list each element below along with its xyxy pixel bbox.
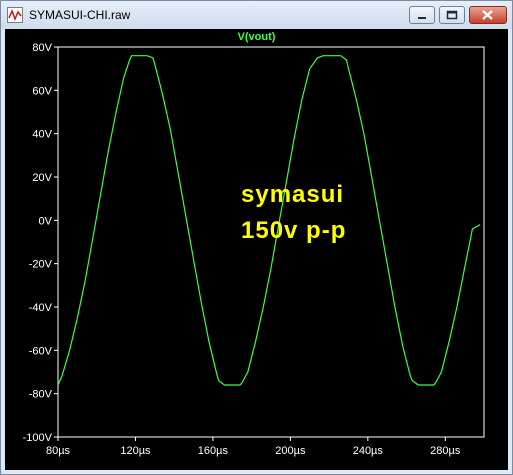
y-tick-label: -100V bbox=[23, 432, 53, 444]
minimize-icon bbox=[418, 17, 426, 19]
annotation-line-2: 150v p-p bbox=[241, 217, 347, 244]
close-icon bbox=[482, 10, 493, 20]
y-tick-label: -80V bbox=[29, 389, 53, 401]
plot-pane[interactable]: 80V 60V 40V 20V 0V -20V -40V -60V -80V -100V 80µs 1… bbox=[5, 29, 508, 470]
y-tick-label: 80V bbox=[32, 42, 52, 54]
close-button[interactable] bbox=[469, 6, 507, 24]
y-tick-label: -20V bbox=[29, 259, 53, 271]
restore-button[interactable] bbox=[439, 6, 465, 24]
title-bar[interactable]: SYMASUI-CHI.raw bbox=[1, 1, 512, 29]
x-tick-label: 240µs bbox=[353, 445, 384, 457]
waveform-plot[interactable]: 80V 60V 40V 20V 0V -20V -40V -60V -80V -100V80µs 1… bbox=[5, 29, 508, 470]
x-tick-label: 200µs bbox=[275, 445, 306, 457]
y-tick-label: 40V bbox=[32, 129, 52, 141]
waveform-viewer-window: SYMASUI-CHI.raw 80V 60V 40V 20V 0V -20V -40V -6… bbox=[0, 0, 513, 475]
restore-icon bbox=[446, 10, 458, 20]
minimize-button[interactable] bbox=[409, 6, 435, 24]
annotation-line-1: symasui bbox=[241, 181, 345, 208]
y-tick-label: 20V bbox=[32, 172, 52, 184]
y-tick-label: -40V bbox=[29, 302, 53, 314]
trace-label[interactable]: V(vout) bbox=[5, 31, 508, 43]
window-title: SYMASUI-CHI.raw bbox=[29, 8, 131, 22]
x-tick-label: 160µs bbox=[198, 445, 229, 457]
y-tick-label: -60V bbox=[29, 345, 53, 357]
x-tick-label: 280µs bbox=[430, 445, 461, 457]
x-tick-label: 120µs bbox=[120, 445, 151, 457]
y-tick-label: 0V bbox=[39, 215, 53, 227]
waveform-app-icon bbox=[7, 7, 23, 23]
y-tick-label: 60V bbox=[32, 85, 52, 97]
x-tick-label: 80µs bbox=[46, 445, 71, 457]
